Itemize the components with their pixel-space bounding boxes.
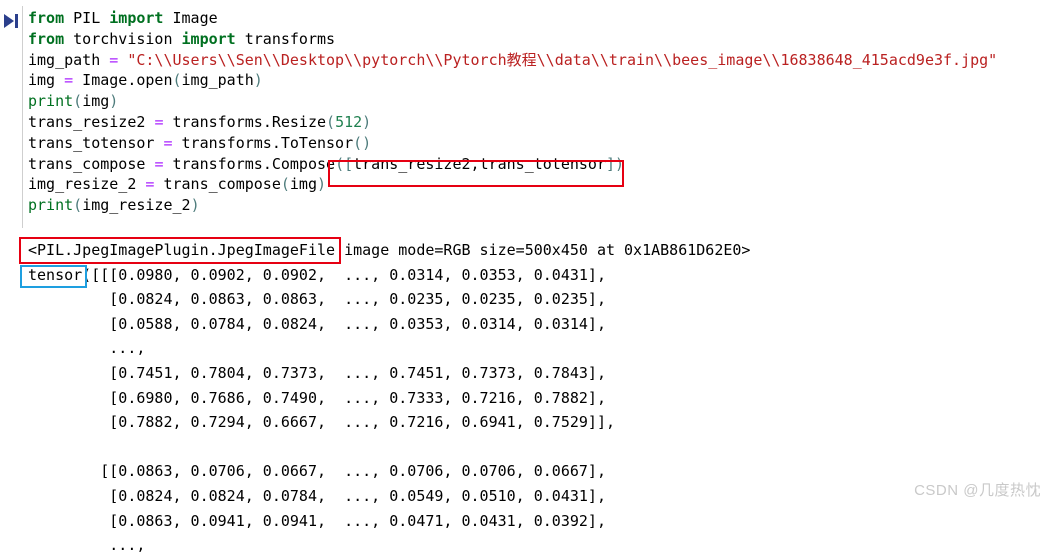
code-token: img: [28, 71, 65, 90]
output-line: [0.0824, 0.0824, 0.0784, ..., 0.0549, 0.…: [28, 486, 606, 505]
code-token: =: [109, 50, 119, 69]
code-token: ): [109, 92, 119, 111]
code-token: trans_resize2: [28, 112, 155, 131]
code-line: print(img_resize_2): [28, 195, 1048, 216]
code-token: .: [262, 154, 272, 173]
code-token: transforms: [163, 112, 263, 131]
code-token: ToTensor: [280, 133, 354, 152]
code-token: trans_totensor: [479, 154, 606, 173]
code-token: trans_compose: [28, 154, 155, 173]
code-token: img_path: [181, 71, 254, 90]
code-token: ): [190, 196, 200, 215]
code-token: (: [280, 175, 290, 194]
code-token: PIL: [64, 9, 110, 27]
code-token: (: [326, 112, 336, 131]
code-token: (: [335, 154, 345, 173]
output-line: [0.0824, 0.0863, 0.0863, ..., 0.0235, 0.…: [28, 290, 606, 309]
output-line: [0.0588, 0.0784, 0.0824, ..., 0.0353, 0.…: [28, 314, 606, 333]
code-token: torchvision: [64, 29, 182, 48]
output-line: <PIL.JpegImagePlugin.JpegImageFile image…: [28, 241, 751, 259]
code-line: trans_compose = transforms.Compose([tran…: [28, 154, 1048, 175]
code-token: ): [317, 175, 327, 194]
code-token: import: [109, 9, 164, 27]
cell-output: <PIL.JpegImagePlugin.JpegImageFile image…: [28, 238, 1048, 558]
code-line: img_resize_2 = trans_compose(img): [28, 174, 1048, 195]
output-line: tensor([[[0.0980, 0.0902, 0.0902, ..., 0…: [28, 265, 606, 284]
watermark: CSDN @几度热忱: [914, 482, 1041, 499]
code-line: img_path = "C:\\Users\\Sen\\Desktop\\pyt…: [28, 50, 1048, 71]
code-token: =: [64, 71, 74, 90]
code-token: open: [136, 71, 173, 90]
code-token: Compose: [271, 154, 336, 173]
code-token: trans_resize2: [353, 154, 471, 173]
code-token: 512: [335, 112, 363, 131]
code-token: img: [82, 92, 110, 111]
code-token: ): [362, 133, 372, 152]
code-token: =: [163, 133, 173, 152]
code-line: from PIL import Image: [28, 8, 1048, 29]
code-token: (: [73, 196, 83, 215]
code-line: print(img): [28, 91, 1048, 112]
code-token: ): [253, 71, 263, 90]
code-token: trans_totensor: [28, 133, 164, 152]
code-token: img_path: [28, 50, 110, 69]
run-cell-button[interactable]: [2, 12, 20, 32]
code-token: (: [353, 133, 363, 152]
code-token: img: [289, 175, 317, 194]
code-token: Image: [163, 9, 218, 27]
code-token: [: [344, 154, 354, 173]
code-token: transforms: [235, 29, 336, 48]
code-token: transforms: [163, 154, 263, 173]
code-line: trans_resize2 = transforms.Resize(512): [28, 112, 1048, 133]
code-token: ): [615, 154, 625, 173]
output-line: [0.0863, 0.0941, 0.0941, ..., 0.0471, 0.…: [28, 511, 606, 530]
code-token: print: [28, 92, 74, 111]
code-token: import: [181, 29, 236, 48]
cell-gutter-line: [22, 6, 23, 228]
code-token: (: [172, 71, 182, 90]
code-line: img = Image.open(img_path): [28, 70, 1048, 91]
run-cell-icon: [4, 14, 18, 28]
code-token: img_resize_2: [28, 175, 146, 194]
code-token: Image: [73, 71, 128, 90]
code-token: .: [271, 133, 281, 152]
code-line: from torchvision import transforms: [28, 29, 1048, 50]
code-token: ]: [606, 154, 616, 173]
output-line: ...,: [28, 536, 146, 555]
code-token: img_resize_2: [82, 196, 191, 215]
code-editor[interactable]: from PIL import Image from torchvision im…: [28, 8, 1048, 216]
output-line: [0.6980, 0.7686, 0.7490, ..., 0.7333, 0.…: [28, 388, 606, 407]
code-token: (: [73, 92, 83, 111]
code-token: print: [28, 196, 74, 215]
code-token: from: [28, 29, 65, 48]
code-token: "C:\\Users\\Sen\\Desktop\\pytorch\\Pytor…: [127, 50, 998, 69]
code-line: trans_totensor = transforms.ToTensor(): [28, 133, 1048, 154]
output-line: [0.7882, 0.7294, 0.6667, ..., 0.7216, 0.…: [28, 413, 615, 432]
code-token: transforms: [172, 133, 272, 152]
output-line: ...,: [28, 339, 146, 358]
code-token: ,: [470, 154, 480, 173]
code-token: from: [28, 9, 65, 27]
notebook-cell: from PIL import Image from torchvision im…: [0, 0, 1053, 554]
output-line: [0.7451, 0.7804, 0.7373, ..., 0.7451, 0.…: [28, 363, 606, 382]
output-line: [[0.0863, 0.0706, 0.0667, ..., 0.0706, 0…: [28, 462, 606, 481]
code-token: ): [362, 112, 372, 131]
code-token: trans_compose: [154, 175, 281, 194]
code-token: Resize: [271, 112, 327, 131]
code-token: .: [262, 112, 272, 131]
